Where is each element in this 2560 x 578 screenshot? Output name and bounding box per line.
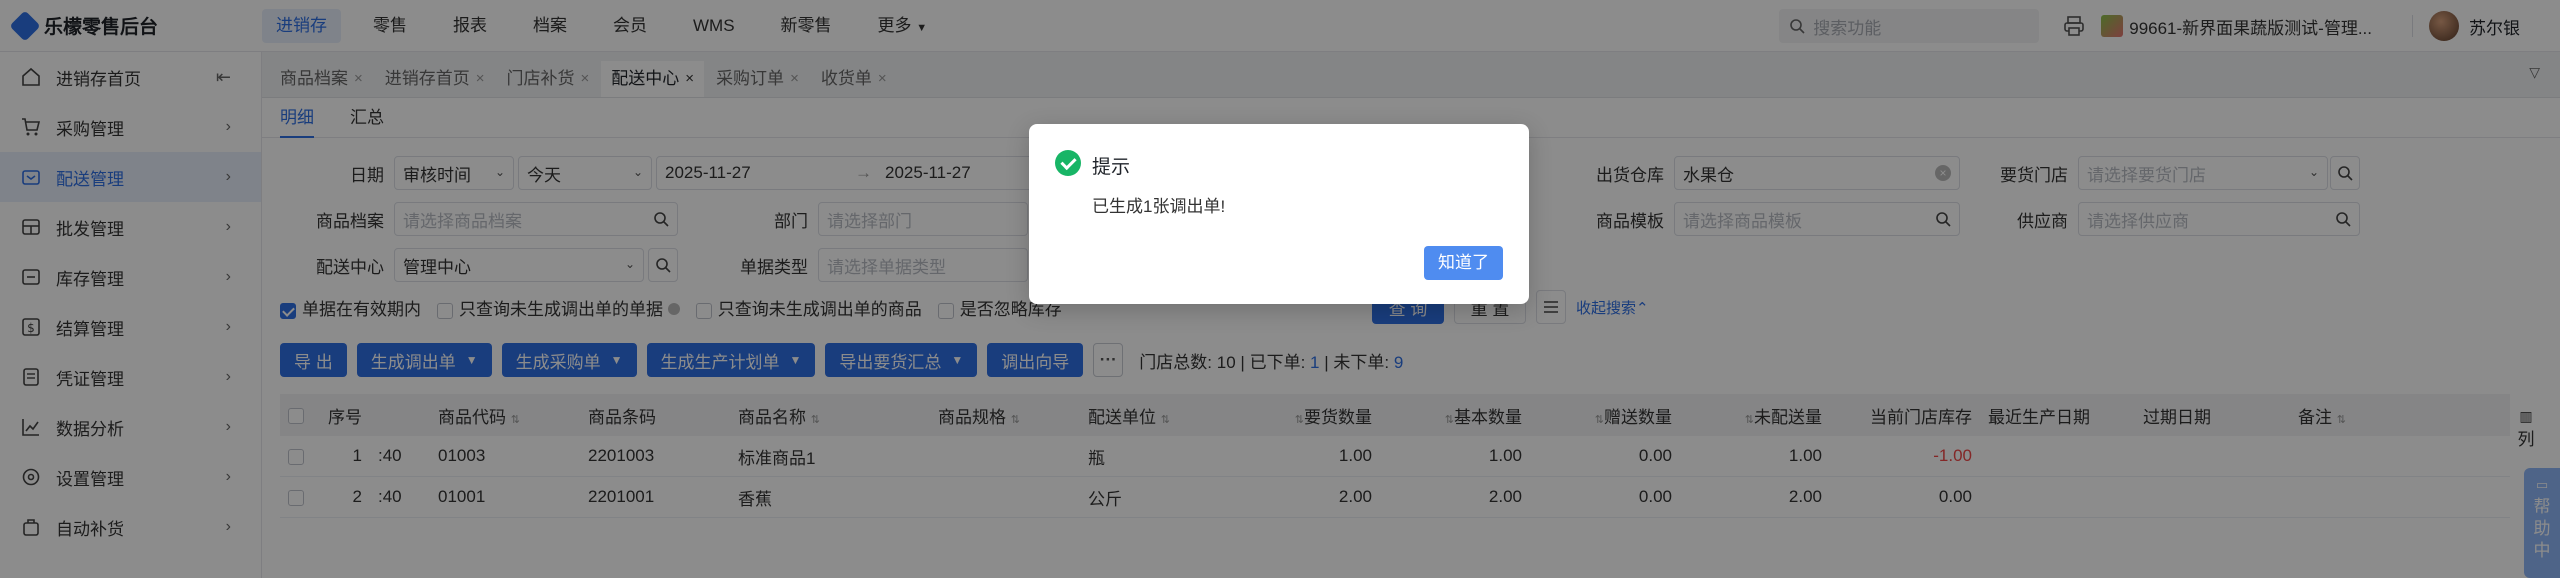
success-check-icon — [1055, 150, 1081, 176]
dialog-ok-button[interactable]: 知道了 — [1424, 246, 1503, 280]
dialog-message: 已生成1张调出单! — [1092, 197, 1226, 216]
notice-dialog: 提示 已生成1张调出单! 知道了 — [1029, 124, 1529, 304]
dialog-title: 提示 — [1092, 157, 1131, 178]
